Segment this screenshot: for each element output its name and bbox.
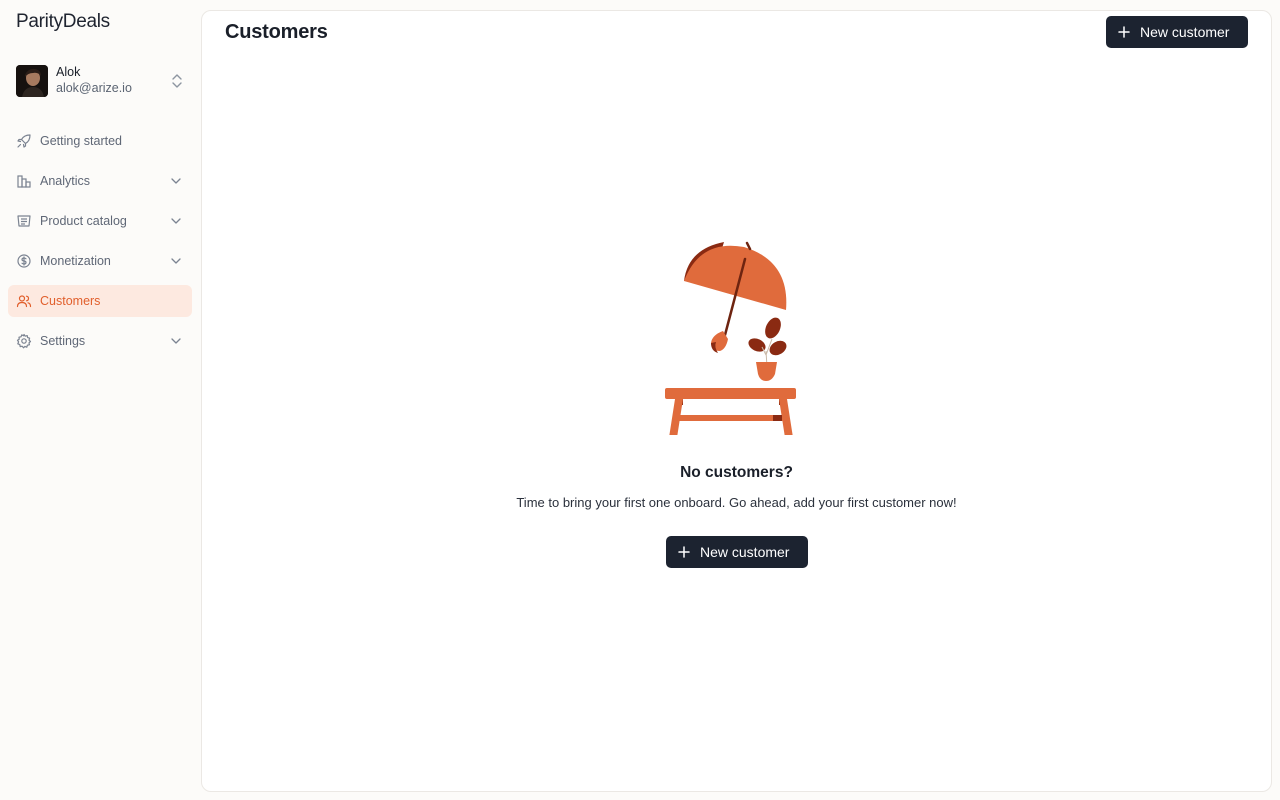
sidebar: ParityDeals Alok alok@arize.io Getting s… (0, 0, 200, 800)
app-logo[interactable]: ParityDeals (16, 11, 110, 33)
catalog-icon (16, 213, 32, 229)
empty-state-description: Time to bring your first one onboard. Go… (516, 495, 957, 510)
coin-icon (16, 253, 32, 269)
user-switcher[interactable]: Alok alok@arize.io (16, 64, 186, 98)
button-label: New customer (700, 544, 790, 560)
sidebar-item-label: Getting started (40, 134, 122, 148)
user-email: alok@arize.io (56, 81, 132, 95)
avatar (16, 65, 48, 97)
plus-icon (678, 546, 690, 558)
sidebar-item-label: Settings (40, 334, 86, 348)
page-title: Customers (225, 21, 328, 43)
bar-chart-icon (16, 173, 32, 189)
chevron-down-icon (171, 258, 181, 264)
new-customer-button[interactable]: New customer (1106, 16, 1248, 48)
sidebar-item-label: Customers (40, 294, 101, 308)
empty-state-illustration (665, 241, 796, 435)
sidebar-nav: Getting started Analytics Product catalo… (8, 125, 192, 365)
sidebar-item-settings[interactable]: Settings (8, 325, 192, 357)
sidebar-item-monetization[interactable]: Monetization (8, 245, 192, 277)
users-icon (16, 293, 32, 309)
sidebar-item-analytics[interactable]: Analytics (8, 165, 192, 197)
chevron-down-icon (171, 218, 181, 224)
chevron-up-down-icon[interactable] (170, 72, 184, 90)
sidebar-item-getting-started[interactable]: Getting started (8, 125, 192, 157)
user-name: Alok (56, 65, 81, 80)
gear-icon (16, 333, 32, 349)
empty-state-title: No customers? (680, 464, 793, 481)
plus-icon (1118, 26, 1130, 38)
chevron-down-icon (171, 338, 181, 344)
chevron-down-icon (171, 178, 181, 184)
main-panel: Customers New customer No customers? Tim… (201, 10, 1272, 792)
empty-state-new-customer-button[interactable]: New customer (666, 536, 808, 568)
sidebar-item-label: Monetization (40, 254, 111, 268)
sidebar-item-product-catalog[interactable]: Product catalog (8, 205, 192, 237)
rocket-icon (16, 133, 32, 149)
sidebar-item-label: Product catalog (40, 214, 127, 228)
sidebar-item-label: Analytics (40, 174, 91, 188)
sidebar-item-customers[interactable]: Customers (8, 285, 192, 317)
button-label: New customer (1140, 24, 1230, 40)
